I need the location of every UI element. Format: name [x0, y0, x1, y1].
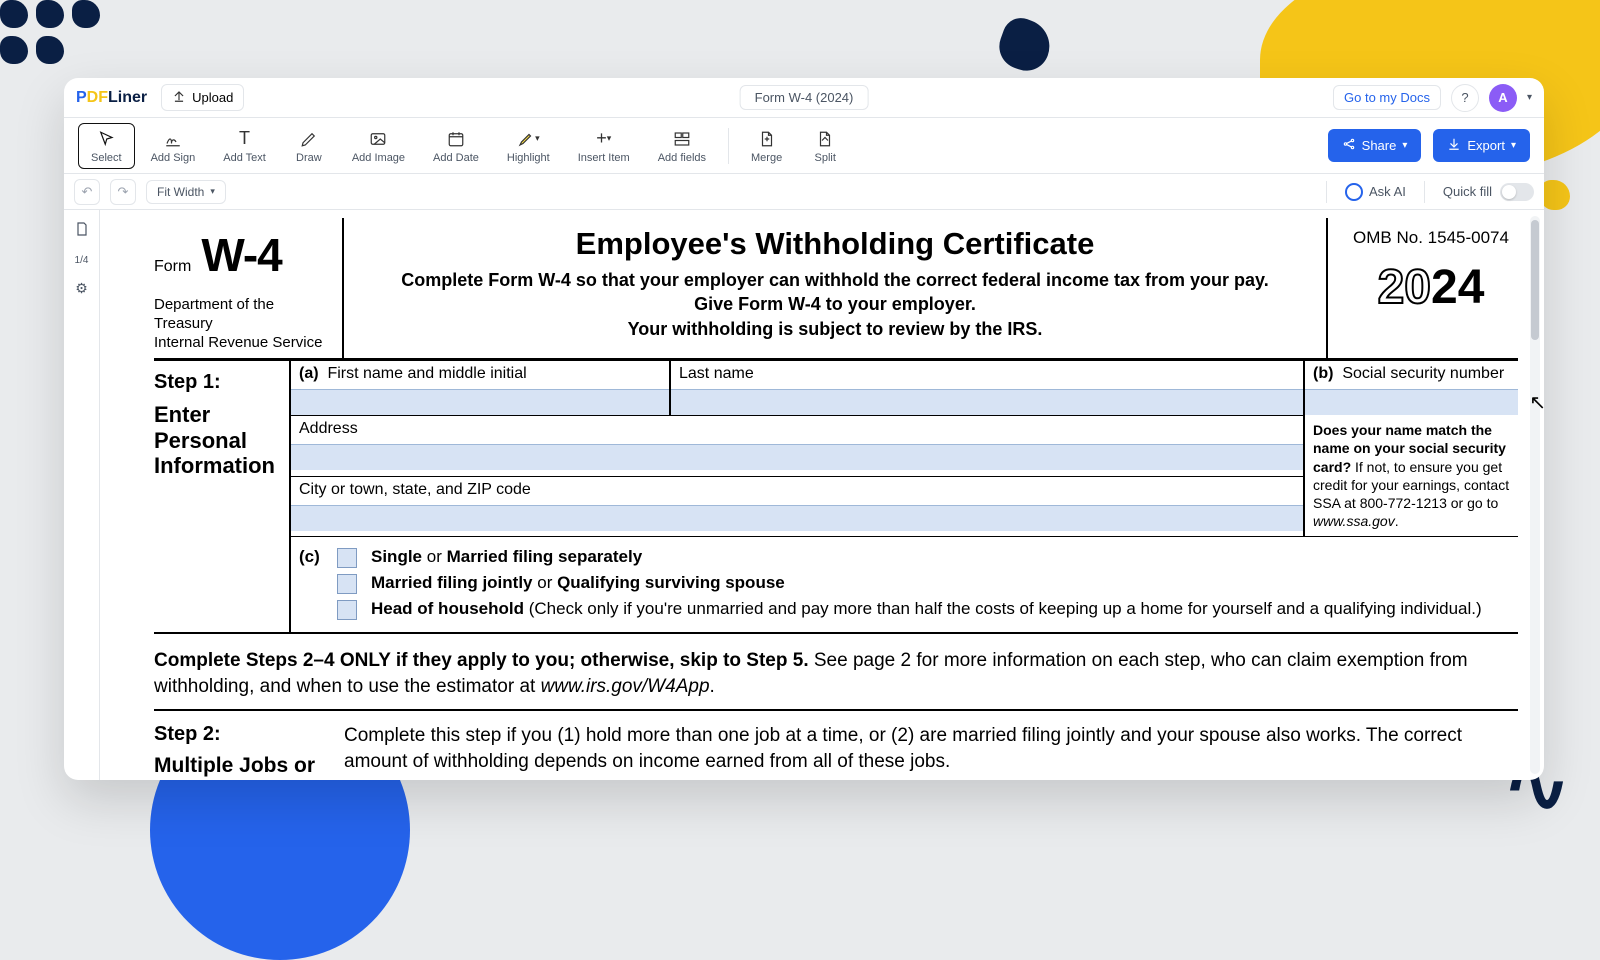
highlighter-icon: ▾ [517, 128, 540, 150]
dept-irs: Internal Revenue Service [154, 334, 336, 353]
quickfill-control: Quick fill [1443, 183, 1534, 201]
dept-treasury: Department of the Treasury [154, 296, 336, 334]
scrollbar-thumb[interactable] [1531, 220, 1539, 340]
calendar-icon [447, 128, 465, 150]
tool-add-fields[interactable]: Add fields [646, 123, 718, 169]
go-to-docs-button[interactable]: Go to my Docs [1333, 85, 1441, 110]
document-title[interactable]: Form W-4 (2024) [740, 85, 869, 110]
page-indicator: 1/4 [75, 255, 89, 266]
step2-title: Multiple Jobs or Spouse [154, 754, 334, 780]
cursor-icon [97, 128, 115, 150]
last-name-field[interactable] [671, 389, 1303, 415]
vertical-scrollbar[interactable] [1530, 216, 1540, 774]
chevron-down-icon: ▾ [1402, 140, 1407, 151]
ssn-hint: Does your name match the name on your so… [1303, 415, 1518, 536]
page-thumbnail-icon[interactable] [74, 220, 90, 241]
form-sub1: Complete Form W-4 so that your employer … [358, 268, 1312, 292]
tool-add-sign[interactable]: Add Sign [139, 123, 208, 169]
text-icon: T [239, 128, 250, 150]
form-sub2: Give Form W-4 to your employer. [358, 292, 1312, 316]
form-year: 2024 [1344, 260, 1518, 315]
avatar[interactable]: A [1489, 84, 1517, 112]
image-icon [369, 128, 387, 150]
decor-splash-yellow-dot [1540, 180, 1570, 210]
settings-icon[interactable]: ⚙ [75, 280, 88, 297]
step1-title: Enter Personal Information [154, 402, 281, 478]
share-icon [1342, 137, 1356, 154]
mouse-cursor-icon: ↖ [1529, 390, 1544, 415]
checkbox-hoh[interactable] [337, 600, 357, 620]
document-page: Form W-4 Department of the Treasury Inte… [154, 218, 1518, 780]
pen-icon [300, 128, 318, 150]
signature-icon [164, 128, 182, 150]
export-button[interactable]: Export ▾ [1433, 129, 1530, 162]
city-field[interactable] [291, 505, 1303, 531]
tool-add-image[interactable]: Add Image [340, 123, 417, 169]
topbar: PDFLiner Upload Form W-4 (2024) Go to my… [64, 78, 1544, 118]
upload-button[interactable]: Upload [161, 84, 244, 111]
tool-add-text[interactable]: T Add Text [211, 123, 278, 169]
zoom-select[interactable]: Fit Width ▾ [146, 180, 226, 204]
ai-icon [1345, 183, 1363, 201]
account-menu-chevron-icon[interactable]: ▾ [1527, 92, 1532, 103]
decor-navy-center [993, 13, 1057, 77]
option-hoh: Head of household (Check only if you're … [371, 598, 1482, 621]
omb-number: OMB No. 1545-0074 [1344, 228, 1518, 248]
app-window: PDFLiner Upload Form W-4 (2024) Go to my… [64, 78, 1544, 780]
step2-number: Step 2: [154, 723, 334, 746]
tool-highlight[interactable]: ▾ Highlight [495, 123, 562, 169]
upload-icon [172, 89, 186, 106]
redo-button[interactable]: ↷ [110, 179, 136, 205]
fields-icon [673, 128, 691, 150]
option-single: Single or Married filing separately [371, 546, 642, 569]
option-married-jointly: Married filing jointly or Qualifying sur… [371, 572, 785, 595]
instructions-steps-2-4: Complete Steps 2–4 ONLY if they apply to… [154, 634, 1518, 711]
subbar-divider [1326, 181, 1327, 203]
tool-select[interactable]: Select [78, 123, 135, 169]
split-icon [816, 128, 834, 150]
merge-icon [758, 128, 776, 150]
chevron-down-icon: ▾ [210, 186, 215, 197]
brand-logo[interactable]: PDFLiner [76, 89, 147, 107]
ssn-field[interactable] [1305, 389, 1518, 415]
tool-split[interactable]: Split [798, 124, 852, 168]
label-ssn: Social security number [1342, 365, 1504, 382]
form-sub3: Your withholding is subject to review by… [358, 317, 1312, 341]
download-icon [1447, 137, 1461, 154]
step2-para1: Complete this step if you (1) hold more … [344, 723, 1518, 774]
chevron-down-icon: ▾ [1511, 140, 1516, 151]
tool-add-date[interactable]: Add Date [421, 123, 491, 169]
label-city: City or town, state, and ZIP code [299, 481, 531, 498]
tool-merge[interactable]: Merge [739, 124, 794, 168]
help-button[interactable]: ? [1451, 84, 1479, 112]
workspace: 1/4 ⚙ Form W-4 Department of the Treasur… [64, 210, 1544, 780]
form-title: Employee's Withholding Certificate [358, 226, 1312, 262]
address-field[interactable] [291, 444, 1303, 470]
step1-number: Step 1: [154, 371, 281, 394]
form-code: W-4 [201, 228, 281, 282]
left-rail: 1/4 ⚙ [64, 210, 100, 780]
quickfill-toggle[interactable] [1500, 183, 1534, 201]
tool-draw[interactable]: Draw [282, 123, 336, 169]
canvas[interactable]: Form W-4 Department of the Treasury Inte… [100, 210, 1544, 780]
checkbox-single[interactable] [337, 548, 357, 568]
toolbar-divider [728, 128, 729, 164]
first-name-field[interactable] [291, 389, 669, 415]
checkbox-married-jointly[interactable] [337, 574, 357, 594]
plus-icon: + ▾ [596, 128, 611, 150]
form-label: Form [154, 258, 191, 276]
tool-insert-item[interactable]: + ▾ Insert Item [566, 123, 642, 169]
undo-button[interactable]: ↶ [74, 179, 100, 205]
label-address: Address [299, 420, 358, 437]
share-button[interactable]: Share ▾ [1328, 129, 1422, 162]
label-last-name: Last name [679, 365, 754, 382]
label-first-name: First name and middle initial [327, 365, 526, 382]
subbar-divider [1424, 181, 1425, 203]
ask-ai-button[interactable]: Ask AI [1345, 183, 1406, 201]
subbar: ↶ ↷ Fit Width ▾ Ask AI Quick fill [64, 174, 1544, 210]
toolbar: Select Add Sign T Add Text Draw Add Imag… [64, 118, 1544, 174]
upload-label: Upload [192, 90, 233, 105]
